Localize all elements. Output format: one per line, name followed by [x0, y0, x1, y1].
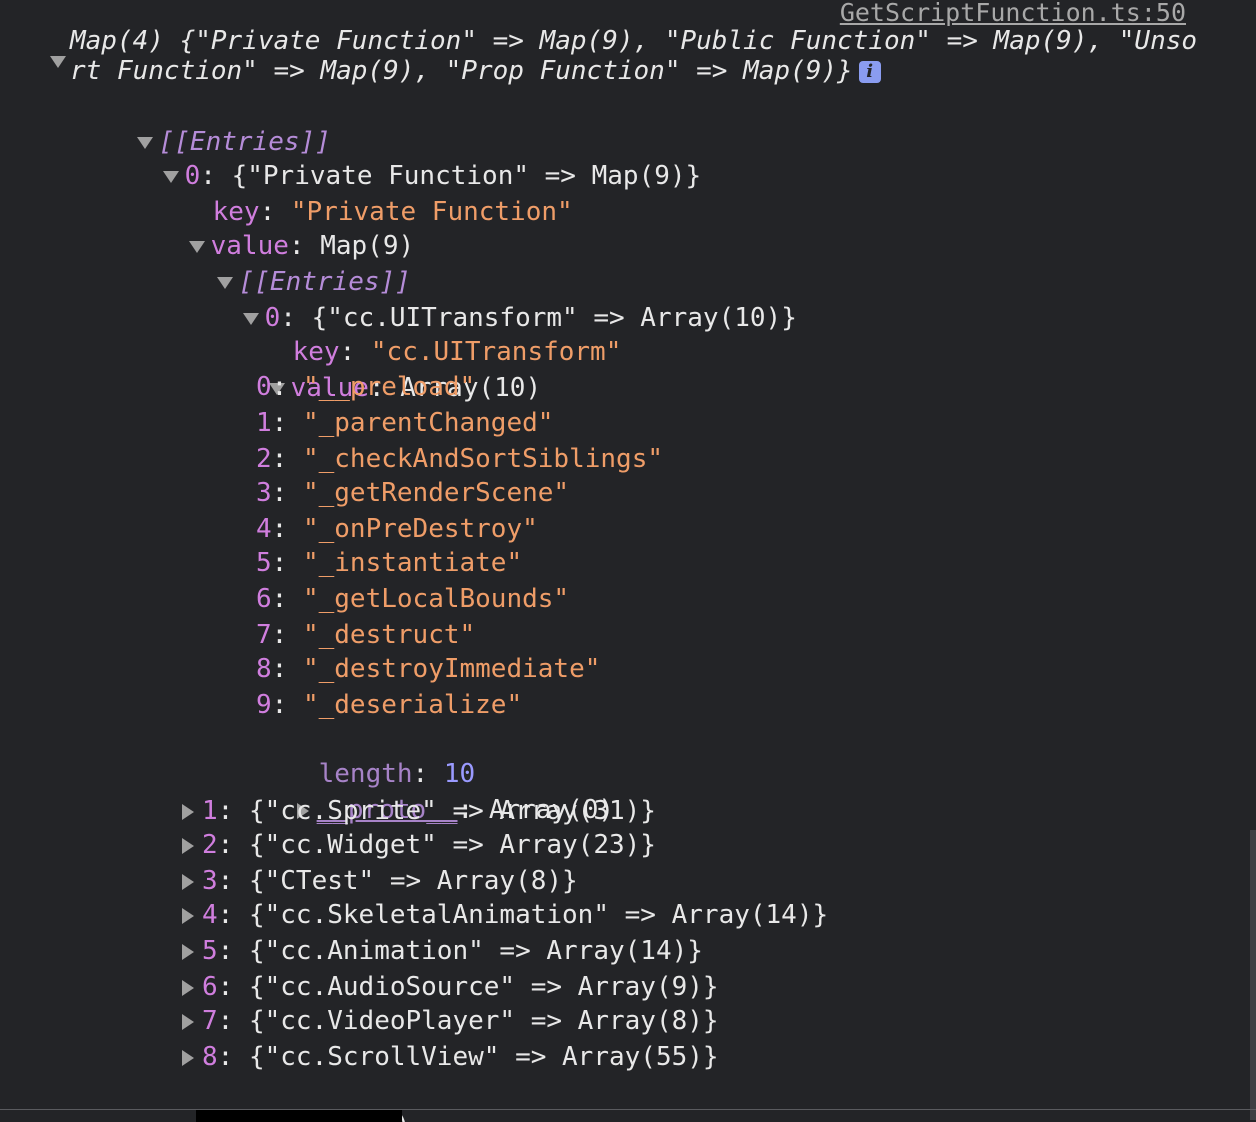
expand-toggle-icon[interactable] — [182, 803, 194, 820]
entry-summary: : {"cc.SkeletalAnimation" => Array(14)} — [217, 900, 829, 930]
entry-summary: : {"cc.Widget" => Array(23)} — [217, 830, 656, 860]
array-item: 8: "_destroyImmediate" — [256, 654, 601, 684]
array-index: 2 — [256, 444, 272, 474]
entry-index: 8 — [202, 1042, 218, 1072]
collapsed-entry-row[interactable]: 1: {"cc.Sprite" => Array(31)} — [180, 794, 656, 829]
array-value: "__preload" — [302, 372, 476, 402]
array-item: 6: "_getLocalBounds" — [256, 584, 570, 614]
collapsed-entry-row[interactable]: 7: {"cc.VideoPlayer" => Array(8)} — [180, 1004, 719, 1039]
key-row: key: "Private Function" — [150, 160, 573, 227]
entry-index: 7 — [202, 1006, 218, 1036]
inner-key-row: key: "cc.UITransform" — [230, 300, 622, 367]
array-index: 7 — [256, 620, 272, 650]
entry-summary: : {"cc.Animation" => Array(14)} — [217, 936, 703, 966]
scrollbar[interactable] — [1250, 830, 1256, 1120]
info-icon[interactable]: i — [858, 61, 881, 83]
array-item: 7: "_destruct" — [256, 620, 476, 650]
entry-index: 5 — [202, 936, 218, 966]
collapsed-entry-row[interactable]: 6: {"cc.AudioSource" => Array(9)} — [180, 970, 719, 1005]
array-item: 0: "__preload" — [256, 372, 476, 402]
array-index: 3 — [256, 478, 272, 508]
size-row[interactable]: size: (...) — [176, 1074, 411, 1122]
array-index: 6 — [256, 584, 272, 614]
entry-summary: : {"cc.AudioSource" => Array(9)} — [217, 972, 719, 1002]
inner-entries-row[interactable]: [[Entries]] — [154, 230, 411, 297]
array-index: 9 — [256, 690, 272, 720]
array-value: "_instantiate" — [302, 548, 523, 578]
inner-entry-row[interactable]: 0: {"cc.UITransform" => Array(10)} — [180, 266, 797, 333]
console-output: GetScriptFunction.ts:50 Map(4) {"Private… — [0, 0, 1256, 1122]
entry-row[interactable]: 0: {"Private Function" => Map(9)} — [100, 124, 701, 191]
entry-summary: : {"cc.Sprite" => Array(31)} — [217, 796, 656, 826]
entry-index: 2 — [202, 830, 218, 860]
entry-summary: : {"cc.ScrollView" => Array(55)} — [217, 1042, 719, 1072]
divider — [0, 1109, 1256, 1110]
expand-toggle-icon[interactable] — [50, 56, 66, 68]
array-index: 4 — [256, 514, 272, 544]
entry-index: 4 — [202, 900, 218, 930]
value-row[interactable]: value: Map(9) — [126, 194, 414, 261]
expand-toggle-icon[interactable] — [182, 907, 194, 924]
collapsed-entry-row[interactable]: 5: {"cc.Animation" => Array(14)} — [180, 934, 703, 969]
entry-summary: : {"cc.VideoPlayer" => Array(8)} — [217, 1006, 719, 1036]
expand-toggle-icon[interactable] — [182, 873, 194, 890]
inner-value-row[interactable]: value: Array(10) — [206, 336, 541, 403]
collapsed-entry-row[interactable]: 2: {"cc.Widget" => Array(23)} — [180, 828, 656, 863]
array-value: "_getRenderScene" — [302, 478, 570, 508]
array-value: "_destruct" — [302, 620, 476, 650]
expand-toggle-icon[interactable] — [182, 943, 194, 960]
array-item: 5: "_instantiate" — [256, 548, 523, 578]
proto-row[interactable]: __proto__: Array(0) — [232, 758, 614, 825]
array-value: "_getLocalBounds" — [302, 584, 570, 614]
array-value: "_onPreDestroy" — [302, 514, 538, 544]
array-item: 1: "_parentChanged" — [256, 408, 554, 438]
array-item: 2: "_checkAndSortSiblings" — [256, 444, 663, 474]
expand-toggle-icon[interactable] — [182, 979, 194, 996]
array-item: 9: "_deserialize" — [256, 690, 523, 720]
array-item: 3: "_getRenderScene" — [256, 478, 570, 508]
array-value: "_checkAndSortSiblings" — [302, 444, 663, 474]
collapsed-entry-row[interactable]: 4: {"cc.SkeletalAnimation" => Array(14)} — [180, 898, 828, 933]
array-index: 8 — [256, 654, 272, 684]
map-summary-text: Map(4) {"Private Function" => Map(9), "P… — [70, 26, 1198, 86]
array-item: 4: "_onPreDestroy" — [256, 514, 538, 544]
array-value: "_destroyImmediate" — [302, 654, 601, 684]
entry-index: 1 — [202, 796, 218, 826]
entry-index: 6 — [202, 972, 218, 1002]
map-summary[interactable]: Map(4) {"Private Function" => Map(9), "P… — [70, 26, 1210, 86]
collapsed-entry-row[interactable]: 3: {"CTest" => Array(8)} — [180, 864, 578, 899]
expand-toggle-icon[interactable] — [182, 1013, 194, 1030]
array-value: "_deserialize" — [302, 690, 523, 720]
array-index: 0 — [256, 372, 272, 402]
expand-toggle-icon[interactable] — [182, 1049, 194, 1066]
collapsed-entry-row[interactable]: 8: {"cc.ScrollView" => Array(55)} — [180, 1040, 719, 1075]
array-value: "_parentChanged" — [302, 408, 554, 438]
array-index: 5 — [256, 548, 272, 578]
expand-toggle-icon[interactable] — [182, 837, 194, 854]
entry-index: 3 — [202, 866, 218, 896]
length-row: length: 10 — [318, 759, 476, 789]
entry-summary: : {"CTest" => Array(8)} — [217, 866, 578, 896]
array-index: 1 — [256, 408, 272, 438]
bottom-bar — [196, 1110, 402, 1122]
entries-row[interactable]: [[Entries]] — [74, 90, 331, 157]
